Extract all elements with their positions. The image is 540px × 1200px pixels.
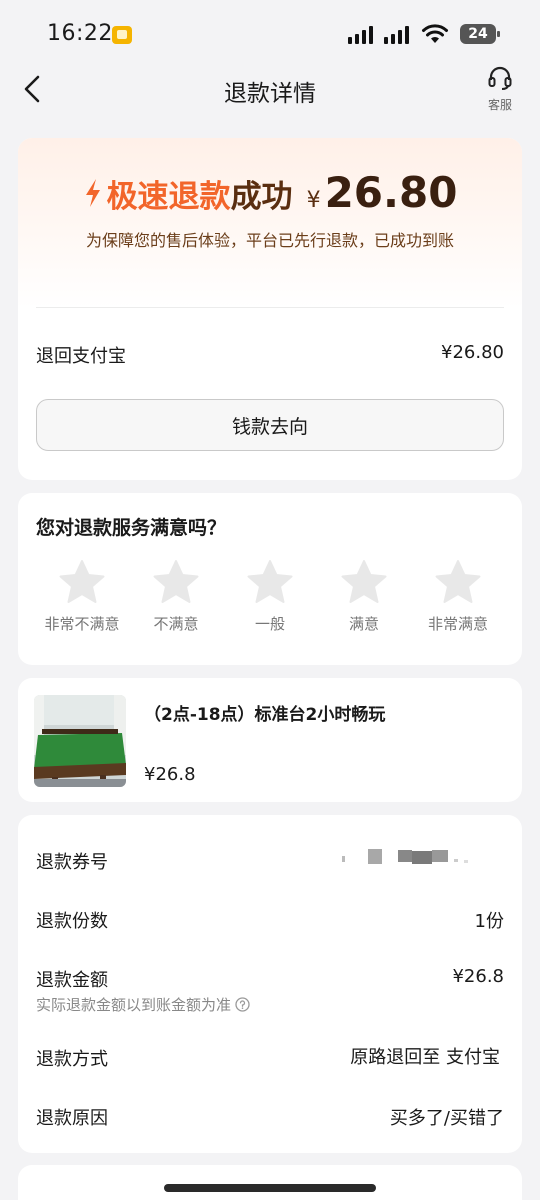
- star-icon: [341, 560, 387, 603]
- service-label: 客服: [487, 98, 512, 112]
- refund-amount-hint: 实际退款金额以到账金额为准: [36, 994, 250, 1015]
- rating-question: 您对退款服务满意吗？: [36, 517, 227, 539]
- refund-note: 为保障您的售后体验，平台已先行退款，已成功到账: [85, 231, 454, 250]
- divider: [36, 307, 504, 308]
- refund-voucher-label: 退款券号: [36, 852, 108, 873]
- star-label: 满意: [348, 615, 379, 633]
- lightning-icon: [85, 178, 100, 207]
- refund-destination-amount: ¥26.80: [441, 342, 504, 363]
- product-card[interactable]: （2点-18点）标准台2小时畅玩 ¥26.8: [18, 678, 522, 802]
- rating-option-1[interactable]: 非常不满意: [32, 559, 132, 634]
- refund-method-label: 退款方式: [36, 1049, 108, 1070]
- product-title: （2点-18点）标准台2小时畅玩: [144, 705, 386, 725]
- star-icon: [59, 560, 105, 603]
- refund-details-card: 退款券号 退款份数 1份 退款金额 ¥26.8 实际退款金额以到账金额为准 退款…: [18, 815, 522, 1153]
- rating-card: 您对退款服务满意吗？ 非常不满意 不满意 一般 满意 非常满意: [18, 493, 522, 665]
- home-indicator[interactable]: [164, 1184, 376, 1192]
- headline-accent: 极速退款: [106, 179, 231, 215]
- refund-amount: 26.80: [324, 168, 458, 217]
- refund-summary-card: 极速退款 成功 ¥ 26.80 为保障您的售后体验，平台已先行退款，已成功到账 …: [18, 138, 522, 480]
- rating-option-5[interactable]: 非常满意: [408, 559, 508, 634]
- battery-level: 24: [468, 26, 488, 42]
- wifi-icon: [422, 24, 448, 43]
- star-icon: [247, 560, 293, 603]
- product-image: [34, 695, 126, 787]
- billiard-table-photo: [34, 695, 126, 787]
- product-price: ¥26.8: [144, 764, 196, 785]
- refund-reason-value: 买多了/买错了: [389, 1108, 504, 1129]
- masked-voucher-number: [342, 849, 468, 864]
- headline-currency: ¥: [306, 188, 321, 213]
- headset-icon: [488, 66, 512, 90]
- star-icon: [153, 560, 199, 603]
- refund-quantity-value: 1份: [474, 911, 504, 932]
- refund-headline: 极速退款 成功 ¥ 26.80: [18, 168, 522, 217]
- star-label: 一般: [254, 615, 285, 633]
- next-card: [18, 1165, 522, 1200]
- rating-option-4[interactable]: 满意: [314, 559, 414, 634]
- refund-method-value: 原路退回至 支付宝: [350, 1047, 500, 1068]
- notes-app-icon: [112, 26, 132, 44]
- refund-banner: 极速退款 成功 ¥ 26.80 为保障您的售后体验，平台已先行退款，已成功到账: [18, 138, 522, 308]
- refund-amount-hint-text: 实际退款金额以到账金额为准: [36, 996, 232, 1014]
- money-flow-button[interactable]: 钱款去向: [36, 399, 504, 451]
- star-label: 不满意: [153, 615, 199, 633]
- help-icon[interactable]: [235, 997, 250, 1012]
- refund-destination-label: 退回支付宝: [36, 346, 126, 367]
- rating-option-2[interactable]: 不满意: [126, 559, 226, 634]
- star-icon: [435, 560, 481, 603]
- refund-reason-label: 退款原因: [36, 1108, 108, 1129]
- star-label: 非常不满意: [44, 615, 120, 633]
- refund-quantity-label: 退款份数: [36, 911, 108, 932]
- rating-option-3[interactable]: 一般: [220, 559, 320, 634]
- signal-icon: [348, 26, 373, 44]
- refund-amount-label: 退款金额: [36, 970, 108, 991]
- customer-service-button[interactable]: 客服: [480, 66, 520, 112]
- status-time: 16:22: [47, 21, 113, 46]
- status-bar: 16:22 24: [0, 0, 540, 66]
- page-title: 退款详情: [224, 81, 316, 107]
- battery-icon: 24: [460, 24, 500, 44]
- star-label: 非常满意: [427, 615, 488, 633]
- headline-main: 成功: [230, 179, 293, 215]
- nav-bar: 退款详情 客服: [0, 66, 540, 112]
- refund-amount-value: ¥26.8: [452, 966, 504, 987]
- signal-icon: [384, 26, 409, 44]
